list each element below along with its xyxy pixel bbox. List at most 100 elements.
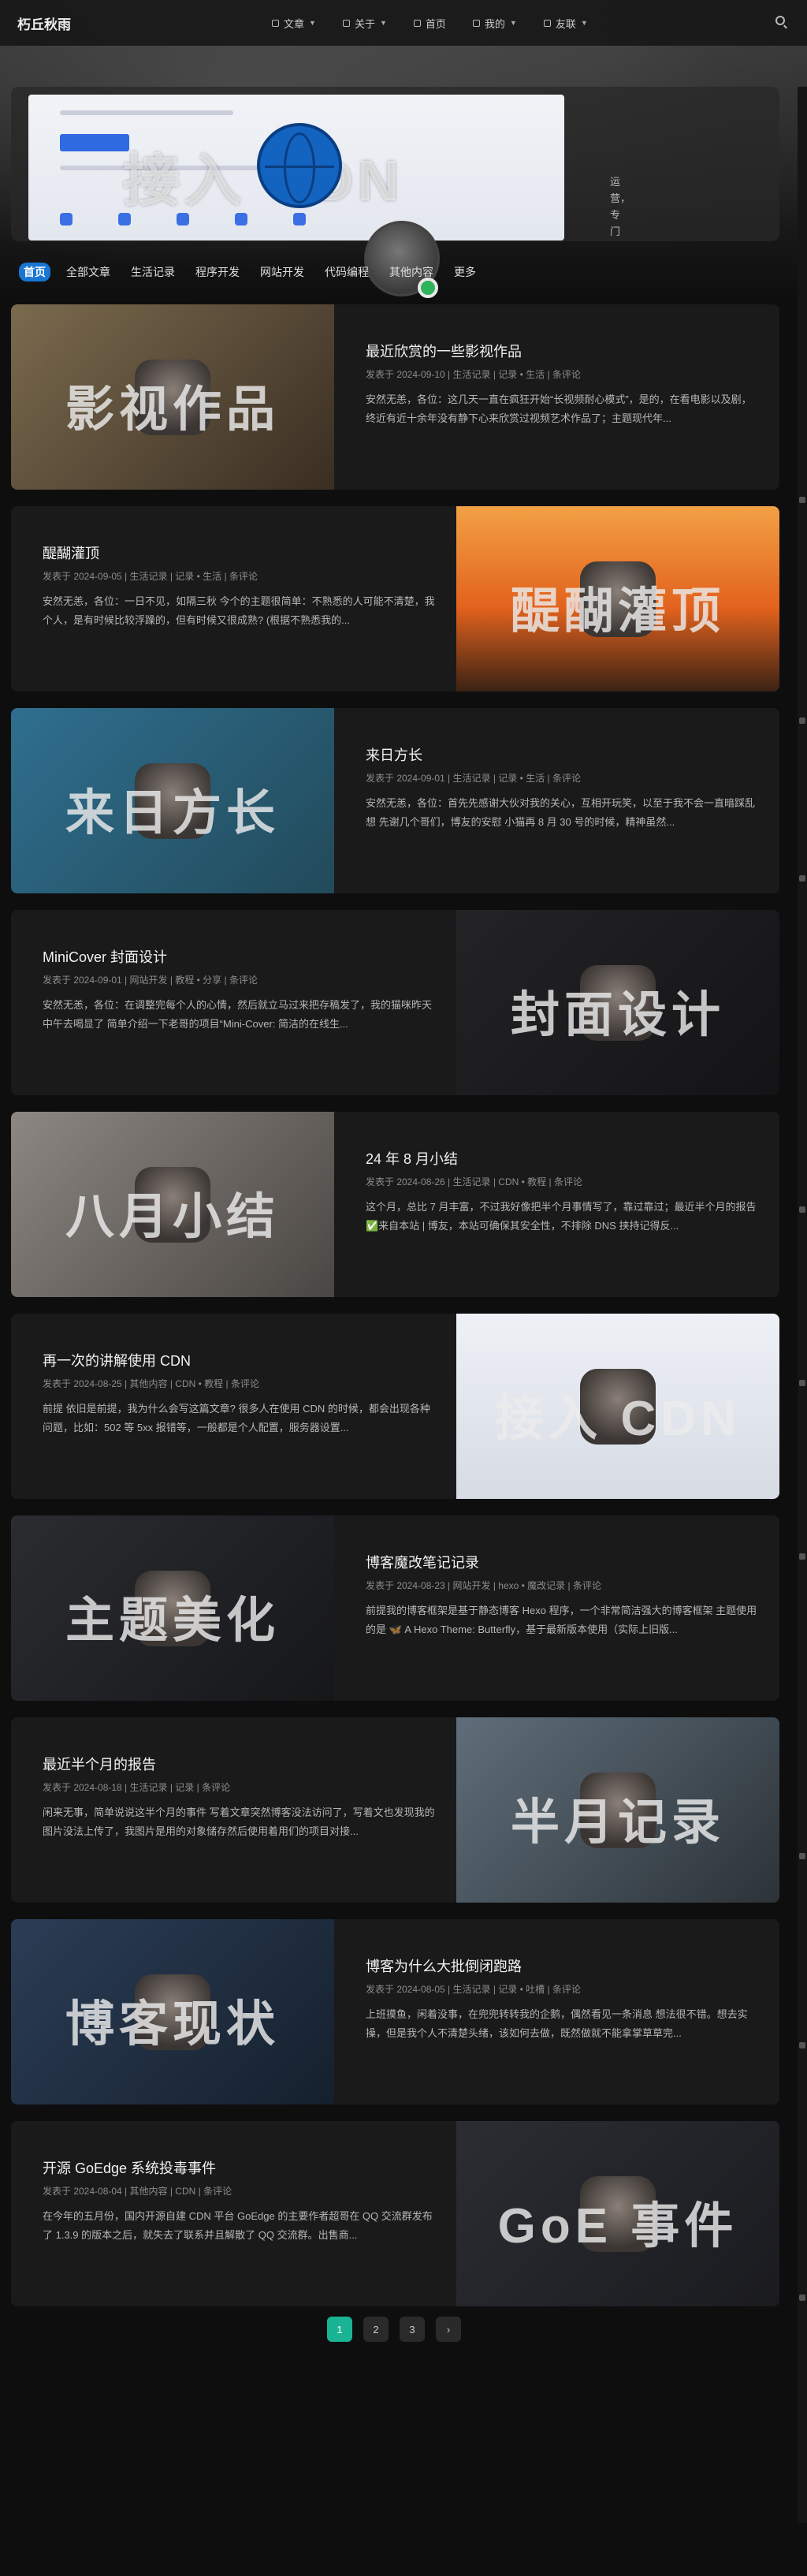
post-excerpt: 这个月，总比 7 月丰富，不过我好像把半个月事情写了，靠过靠过；最近半个月的报告… <box>366 1201 757 1232</box>
post-title[interactable]: 醍醐灌顶 <box>43 542 437 563</box>
chevron-down-icon: ▼ <box>580 19 588 27</box>
post-body: 24 年 8 月小结发表于 2024-08-26 | 生活记录 | CDN • … <box>366 1148 760 1236</box>
tab-other[interactable]: 其他内容 <box>385 263 438 281</box>
featured-post-card[interactable]: 接入 CDN 运营，专门定制了为各位博主们免费提 <box>11 87 779 241</box>
post-card[interactable]: 半月记录 最近半个月的报告发表于 2024-08-18 | 生活记录 | 记录 |… <box>11 1717 779 1903</box>
sidebar-widget-marker <box>799 2295 805 2301</box>
post-card[interactable]: 影视作品 最近欣赏的一些影视作品发表于 2024-09-10 | 生活记录 | 记… <box>11 304 779 490</box>
post-title[interactable]: 最近欣赏的一些影视作品 <box>366 341 760 361</box>
page-1-button[interactable]: 1 <box>327 2317 352 2342</box>
post-title[interactable]: MiniCover 封面设计 <box>43 946 437 967</box>
sidebar-widget-marker <box>799 1853 805 1859</box>
site-brand[interactable]: 朽丘秋雨 <box>17 13 71 33</box>
post-body: 开源 GoEdge 系统投毒事件发表于 2024-08-04 | 其他内容 | … <box>43 2157 437 2245</box>
sidebar-widget-marker <box>799 1553 805 1560</box>
next-page-button[interactable]: › <box>436 2317 461 2342</box>
post-card[interactable]: 醍醐灌顶 醍醐灌顶 发表于 2024-09-05 | 生活记录 | 记录 • 生活 … <box>11 506 779 692</box>
post-card[interactable]: 主题美化 博客魔改笔记记录 发表于 2024-08-23 | 网站开发 | hexo… <box>11 1515 779 1701</box>
post-excerpt: 前提我的博客框架是基于静态博客 Hexo 程序，一个非常简洁强大的博客框架 主题… <box>366 1605 757 1635</box>
post-cover-caption: 主题美化 <box>65 1594 280 1648</box>
post-cover-image[interactable]: 主题美化 <box>11 1515 334 1701</box>
post-title[interactable]: 24 年 8 月小结 <box>366 1148 760 1169</box>
nav-item-friends[interactable]: 友联 ▼ <box>543 16 588 31</box>
tab-more[interactable]: 更多 <box>449 263 481 281</box>
mock-text-line <box>60 110 233 115</box>
post-cover-image[interactable]: 来日方长 <box>11 708 334 893</box>
sidebar-widget-marker <box>799 718 805 724</box>
nav-item-home[interactable]: 首页 <box>413 16 446 31</box>
featured-excerpt: 运营，专门定制了为各位博主们免费提 <box>610 176 631 237</box>
post-meta: 发表于 2024-08-25 | 其他内容 | CDN • 教程 | 条评论 <box>43 1378 259 1389</box>
post-meta: 发表于 2024-08-18 | 生活记录 | 记录 | 条评论 <box>43 1782 231 1793</box>
book-icon <box>272 19 279 27</box>
post-title[interactable]: 再一次的讲解使用 CDN <box>43 1350 437 1370</box>
post-title[interactable]: 开源 GoEdge 系统投毒事件 <box>43 2157 437 2178</box>
tab-home[interactable]: 首页 <box>19 263 50 281</box>
post-body: 博客为什么大批倒闭跑路发表于 2024-08-05 | 生活记录 | 记录 • … <box>366 1955 760 2043</box>
tab-life[interactable]: 生活记录 <box>126 263 180 281</box>
sidebar-widget-marker <box>799 2042 805 2048</box>
search-icon[interactable] <box>775 16 785 25</box>
post-cover-image[interactable]: 影视作品 <box>11 304 334 490</box>
sidebar-widget-marker <box>799 875 805 882</box>
post-cover-image[interactable]: GoE 事件 <box>456 2121 779 2306</box>
nav-item-label: 友联 <box>555 17 576 30</box>
chevron-down-icon: ▼ <box>309 19 316 27</box>
chevron-down-icon: ▼ <box>379 19 387 27</box>
post-title[interactable]: 博客魔改笔记记录 <box>366 1552 760 1572</box>
post-title[interactable]: 博客为什么大批倒闭跑路 <box>366 1955 760 1976</box>
post-card[interactable]: 接入 CDN 再一次的讲解使用 CDN 发表于 2024-08-25 | 其他内容 … <box>11 1314 779 1499</box>
post-cover-caption: 八月小结 <box>65 1190 280 1244</box>
post-meta: 发表于 2024-09-01 | 生活记录 | 记录 • 生活 | 条评论 <box>366 773 581 784</box>
home-icon <box>413 19 421 27</box>
post-card[interactable]: 八月小结 24 年 8 月小结发表于 2024-08-26 | 生活记录 | CD… <box>11 1112 779 1297</box>
nav-item-label: 首页 <box>425 17 446 30</box>
nav-menu: 文章 ▼ 关于 ▼ 首页 我的 ▼ 友联 ▼ <box>272 0 615 46</box>
post-card[interactable]: 博客现状 博客为什么大批倒闭跑路发表于 2024-08-05 | 生活记录 | 记… <box>11 1919 779 2104</box>
nav-item-mine[interactable]: 我的 ▼ <box>472 16 517 31</box>
tab-programming[interactable]: 程序开发 <box>191 263 244 281</box>
nav-item-label: 文章 <box>284 17 305 30</box>
post-meta: 发表于 2024-09-05 | 生活记录 | 记录 • 生活 | 条评论 <box>43 571 258 582</box>
featured-cover-image: 接入 CDN <box>28 95 564 240</box>
globe-icon <box>257 123 342 208</box>
post-excerpt: 闲来无事，简单说说这半个月的事件 写着文章突然博客没法访问了，写着文也发现我的图… <box>43 1806 435 1837</box>
post-excerpt: 安然无恙，各位：在调整完每个人的心情，然后就立马过来把存稿发了，我的猫咪昨天中午… <box>43 999 433 1030</box>
post-excerpt: 前提 依旧是前提，我为什么会写这篇文章? 很多人在使用 CDN 的时候，都会出现… <box>43 1403 430 1433</box>
post-excerpt: 安然无恙，各位：这几天一直在疯狂开始“长视频耐心模式”，是的，在看电影以及剧，终… <box>366 393 752 424</box>
post-card[interactable]: 封面设计 MiniCover 封面设计 发表于 2024-09-01 | 网站开发 … <box>11 910 779 1095</box>
post-meta: 发表于 2024-09-10 | 生活记录 | 记录 • 生活 | 条评论 <box>366 369 581 380</box>
post-cover-image[interactable]: 接入 CDN <box>456 1314 779 1499</box>
post-cover-image[interactable]: 醍醐灌顶 <box>456 506 779 692</box>
post-meta: 发表于 2024-08-04 | 其他内容 | CDN | 条评论 <box>43 2186 232 2197</box>
top-navbar: 朽丘秋雨 文章 ▼ 关于 ▼ 首页 我的 ▼ 友联 ▼ <box>0 0 807 46</box>
nav-item-articles[interactable]: 文章 ▼ <box>272 16 316 31</box>
post-cover-image[interactable]: 封面设计 <box>456 910 779 1095</box>
post-excerpt: 安然无恙，各位：首先先感谢大伙对我的关心，互相开玩笑，以至于我不会一直暗踩乱想 … <box>366 797 756 828</box>
post-cover-image[interactable]: 半月记录 <box>456 1717 779 1903</box>
post-title[interactable]: 最近半个月的报告 <box>43 1754 437 1774</box>
post-cover-caption: 醍醐灌顶 <box>510 584 725 639</box>
post-card[interactable]: GoE 事件 开源 GoEdge 系统投毒事件发表于 2024-08-04 | 其… <box>11 2121 779 2306</box>
post-body: MiniCover 封面设计发表于 2024-09-01 | 网站开发 | 教程… <box>43 946 437 1034</box>
post-meta: 发表于 2024-08-26 | 生活记录 | CDN • 教程 | 条评论 <box>366 1176 582 1187</box>
post-cover-caption: 博客现状 <box>65 1997 280 2052</box>
post-cover-image[interactable]: 博客现状 <box>11 1919 334 2104</box>
post-cover-image[interactable]: 八月小结 <box>11 1112 334 1297</box>
tab-all-articles[interactable]: 全部文章 <box>61 263 115 281</box>
tab-code[interactable]: 代码编程 <box>320 263 374 281</box>
page-2-button[interactable]: 2 <box>363 2317 389 2342</box>
heart-icon <box>472 19 480 27</box>
post-body: 最近欣赏的一些影视作品发表于 2024-09-10 | 生活记录 | 记录 • … <box>366 341 760 428</box>
nav-item-about[interactable]: 关于 ▼ <box>342 16 387 31</box>
post-title[interactable]: 来日方长 <box>366 744 760 765</box>
post-cover-caption: 来日方长 <box>65 786 280 841</box>
post-meta: 发表于 2024-08-05 | 生活记录 | 记录 • 吐槽 | 条评论 <box>366 1984 581 1995</box>
post-card[interactable]: 来日方长 来日方长 发表于 2024-09-01 | 生活记录 | 记录 • 生活 … <box>11 708 779 893</box>
post-cover-caption: 接入 CDN <box>495 1392 741 1446</box>
post-meta: 发表于 2024-09-01 | 网站开发 | 教程 • 分享 | 条评论 <box>43 975 258 986</box>
page-3-button[interactable]: 3 <box>400 2317 425 2342</box>
post-cover-caption: 影视作品 <box>65 382 280 437</box>
sidebar-widget-marker <box>799 1206 805 1213</box>
tab-web[interactable]: 网站开发 <box>255 263 309 281</box>
